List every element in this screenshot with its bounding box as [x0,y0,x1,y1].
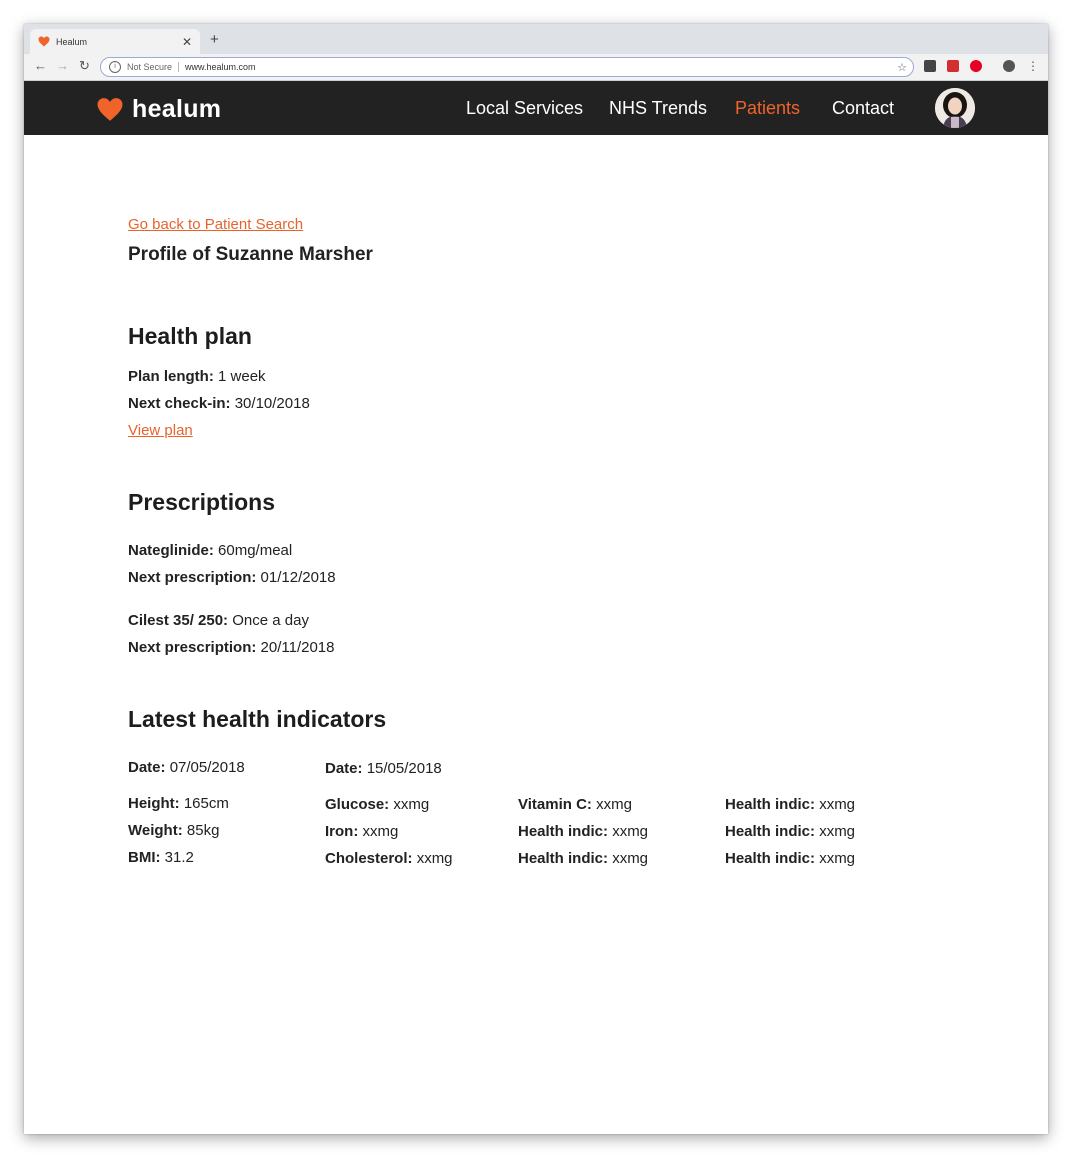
avatar-portrait-icon [935,88,975,128]
indicator-label: Health indic: [518,823,609,840]
brand-logo[interactable]: healum [96,95,221,124]
indicator-value: 165cm [183,795,229,812]
indicator-value: xxmg [819,796,856,813]
indicator-row: Health indic: xxmg [725,845,855,872]
indicator-value: 31.2 [164,849,194,866]
plan-length-label: Plan length: [128,368,214,385]
health-plan-heading: Health plan [128,323,252,349]
indicator-value: xxmg [819,823,856,840]
prescription-dose: Once a day [232,612,309,629]
browser-tab[interactable]: Healum ✕ [30,29,200,54]
next-checkin-value: 30/10/2018 [234,395,310,412]
profile-extension-icon[interactable] [1003,60,1015,72]
pinterest-extension-icon[interactable] [970,60,982,72]
forward-arrow-icon[interactable]: → [56,59,69,73]
nav-contact[interactable]: Contact [832,98,894,119]
security-label: Not Secure [127,62,173,72]
indicators-heading: Latest health indicators [128,706,387,732]
pocket-extension-icon[interactable] [924,60,936,72]
indicator-label: Glucose: [325,796,390,813]
prescription-name-label: Cilest 35/ 250: [128,612,229,629]
indicator-label: Cholesterol: [325,850,413,867]
next-prescription-value: 20/11/2018 [260,639,335,656]
next-prescription-row: Next prescription: 20/11/2018 [128,634,335,661]
prescription-name-label: Nateglinide: [128,542,214,559]
heart-favicon-icon [38,36,50,47]
heart-logo-icon [97,98,123,121]
indicator-row: Glucose: xxmg [325,791,429,818]
nav-nhs-trends[interactable]: NHS Trends [609,98,707,119]
url-text[interactable]: www.healum.com [185,62,256,72]
browser-toolbar: ← → ↻ i Not Secure www.healum.com ☆ ⋮ [24,54,1048,81]
indicator-row: Vitamin C: xxmg [518,791,632,818]
profile-title: Profile of Suzanne Marsher [128,244,373,265]
date-label: Date: [325,760,363,777]
indicator-value: xxmg [393,796,430,813]
brand-name: healum [132,95,222,123]
indicator-label: Weight: [128,822,183,839]
next-prescription-value: 01/12/2018 [260,569,336,586]
back-to-search-link[interactable]: Go back to Patient Search [128,216,303,233]
info-icon[interactable]: i [109,61,121,73]
back-arrow-icon[interactable]: ← [34,59,47,73]
indicator-label: Health indic: [725,823,816,840]
prescription-name-row: Nateglinide: 60mg/meal [128,537,292,564]
next-checkin-label: Next check-in: [128,395,231,412]
indicator-row: Weight: 85kg [128,817,219,844]
tab-close-icon[interactable]: ✕ [182,35,192,49]
indicator-value: xxmg [362,823,399,840]
indicator-row: BMI: 31.2 [128,844,194,871]
indicator-row: Cholesterol: xxmg [325,845,453,872]
bookmark-star-icon[interactable]: ☆ [897,61,907,74]
indicator-label: Health indic: [518,850,609,867]
indicator-label: Vitamin C: [518,796,592,813]
indicator-row: Health indic: xxmg [725,818,855,845]
next-prescription-label: Next prescription: [128,639,257,656]
plan-length-row: Plan length: 1 week [128,363,266,390]
indicator-row: Iron: xxmg [325,818,398,845]
indicator-row: Health indic: xxmg [518,845,648,872]
next-prescription-label: Next prescription: [128,569,257,586]
lastpass-extension-icon[interactable] [947,60,959,72]
indicator-label: Height: [128,795,180,812]
omnibox-divider [178,62,180,72]
indicator-row: Health indic: xxmg [725,791,855,818]
date-value: 07/05/2018 [169,759,245,776]
nav-patients[interactable]: Patients [735,98,800,119]
indicator-row: Health indic: xxmg [518,818,648,845]
address-bar[interactable]: i Not Secure www.healum.com ☆ [100,57,914,77]
user-avatar[interactable] [935,88,975,128]
plan-length-value: 1 week [218,368,266,385]
indicator-label: Health indic: [725,850,816,867]
indicator-value: 85kg [186,822,220,839]
indicator-value: xxmg [612,823,649,840]
menu-dots-icon[interactable]: ⋮ [1027,59,1039,73]
reload-icon[interactable]: ↻ [79,59,90,73]
nav-local-services[interactable]: Local Services [466,98,583,119]
new-tab-button[interactable]: + [210,31,219,48]
indicator-value: xxmg [612,850,649,867]
next-prescription-row: Next prescription: 01/12/2018 [128,564,336,591]
indicator-value: xxmg [416,850,453,867]
tab-title: Healum [56,36,88,47]
app-header: healum Local Services NHS Trends Patient… [24,81,1048,135]
prescription-name-row: Cilest 35/ 250: Once a day [128,607,309,634]
view-plan-link[interactable]: View plan [128,422,193,439]
indicator-label: Health indic: [725,796,816,813]
indicator-value: xxmg [596,796,632,813]
indicator-row: Height: 165cm [128,790,229,817]
indicator-value: xxmg [819,850,856,867]
indicator-date: Date: 15/05/2018 [325,755,442,782]
date-value: 15/05/2018 [366,760,442,777]
next-checkin-row: Next check-in: 30/10/2018 [128,390,310,417]
tab-strip: Healum ✕ + [24,24,1048,54]
browser-window: Healum ✕ + ← → ↻ i Not Secure www.healum… [24,24,1048,1134]
prescription-dose: 60mg/meal [218,542,293,559]
indicator-label: Iron: [325,823,359,840]
prescriptions-heading: Prescriptions [128,489,275,515]
indicator-date: Date: 07/05/2018 [128,754,245,781]
indicator-label: BMI: [128,849,161,866]
date-label: Date: [128,759,166,776]
